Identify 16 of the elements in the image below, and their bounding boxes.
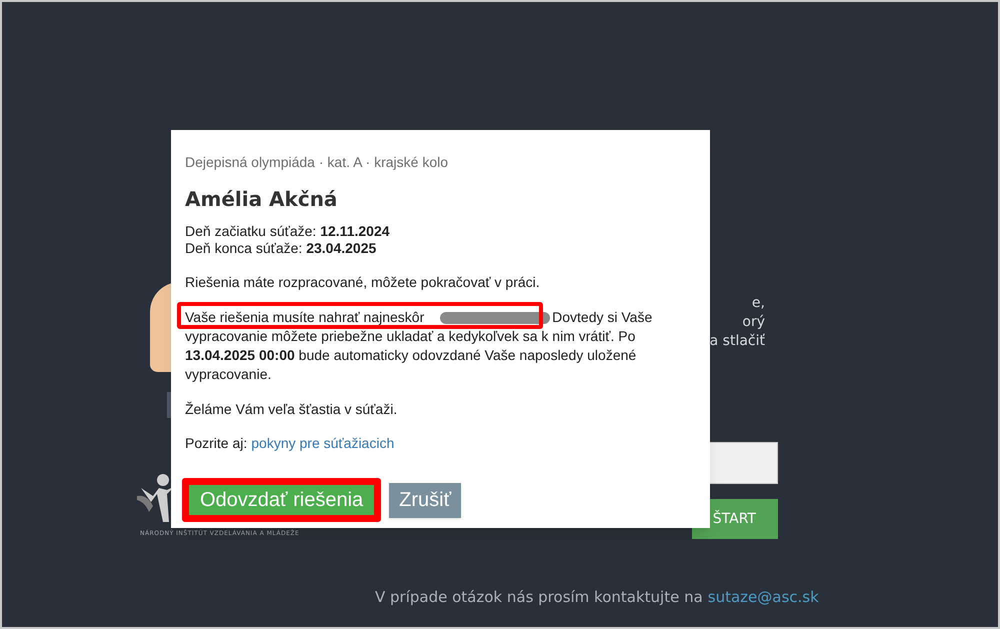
date-line: Deň konca súťaže: 23.04.2025 [185, 240, 378, 257]
background-text: a stlačiť [710, 332, 765, 351]
breadcrumb: Dejepisná olympiáda · kat. A · krajské kolo [185, 154, 450, 171]
background-text: orý [742, 313, 765, 332]
dialog-title: Amélia Akčná [185, 187, 338, 211]
footer-text: V prípade otázok nás prosím kontaktujte na [375, 587, 703, 608]
guidelines-link[interactable]: pokyny pre súťažiacich [251, 435, 394, 452]
background-text: e, [752, 294, 765, 313]
wish-text: Želáme Vám veľa šťastia v súťaži. [185, 401, 398, 418]
email-link[interactable]: sutaze@asc.sk [708, 586, 819, 608]
cancel-button[interactable]: Zrušiť [389, 482, 462, 518]
status-text: Riešenia máte rozpracované, môžete pokračovať v práci. [185, 274, 541, 291]
date-line: Deň začiatku súťaže: 12.11.2024 [185, 223, 391, 240]
deadline-text: Vaše riešenia musíte nahrať najneskôr Dovtedy si Vaše vypracovanie môžete priebežne ukladať a kedykoľvek sa k nim vrátiť. Po 13.04.2025 00:00 bude automaticky odovzdané Vaše naposledy uložené vypracovanie. [185, 308, 654, 384]
submit-button[interactable]: Odovzdať riešenia [189, 485, 374, 515]
see-also-label: Pozrite aj: [185, 435, 248, 452]
